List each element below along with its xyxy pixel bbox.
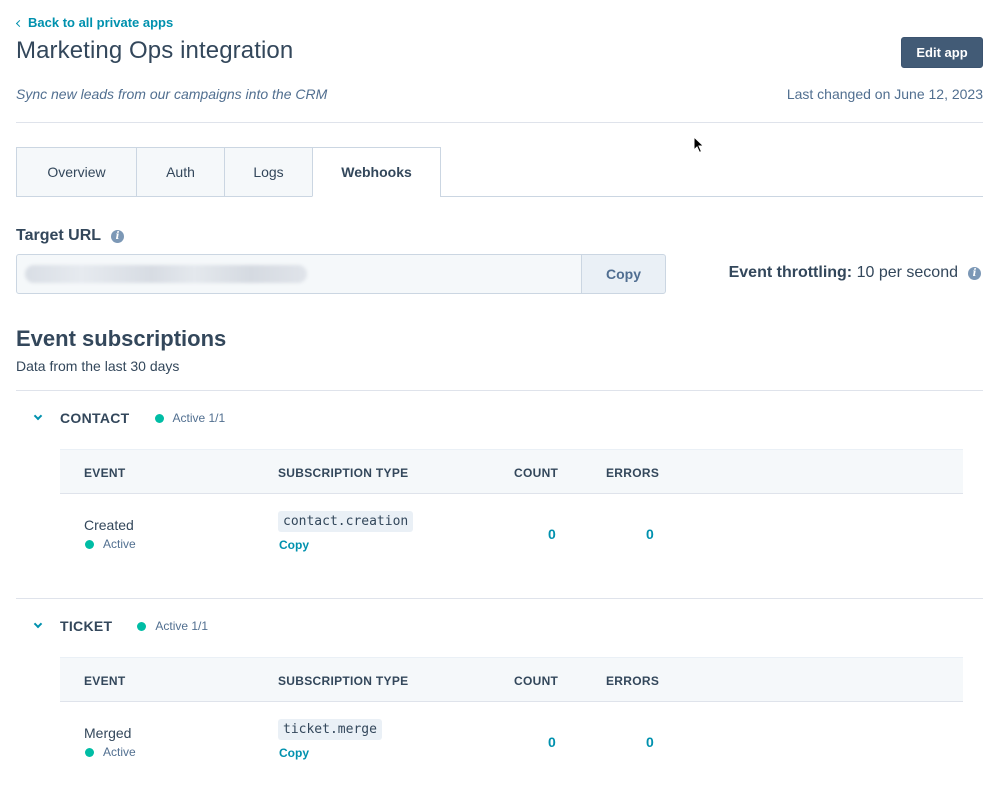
event-status-text: Active: [103, 745, 136, 759]
table-header: EVENT SUBSCRIPTION TYPE COUNT ERRORS: [60, 449, 963, 494]
event-status-text: Active: [103, 537, 136, 551]
group-header-ticket[interactable]: TICKET Active 1/1: [16, 616, 208, 636]
tab-bar: Overview Auth Logs Webhooks: [16, 147, 441, 197]
info-icon[interactable]: i: [968, 266, 981, 280]
copy-subscription-type-link[interactable]: Copy: [279, 538, 309, 552]
column-header-errors: ERRORS: [606, 674, 660, 688]
copy-url-button[interactable]: Copy: [581, 254, 666, 294]
tab-logs[interactable]: Logs: [224, 147, 312, 197]
event-throttling: Event throttling: 10 per second i: [729, 264, 981, 282]
target-url-field[interactable]: [16, 254, 582, 294]
edit-app-button[interactable]: Edit app: [901, 37, 983, 68]
column-header-event: EVENT: [84, 674, 126, 688]
section-divider: [16, 390, 983, 391]
event-status: Active: [85, 745, 136, 759]
chevron-left-icon: [15, 19, 24, 27]
count-link[interactable]: 0: [548, 526, 556, 542]
errors-link[interactable]: 0: [646, 734, 654, 750]
event-status: Active: [85, 537, 136, 551]
page-title: Marketing Ops integration: [16, 37, 294, 64]
column-header-count: COUNT: [514, 466, 559, 480]
column-header-count: COUNT: [514, 674, 559, 688]
group-status: Active 1/1: [154, 411, 226, 425]
column-header-event: EVENT: [84, 466, 126, 480]
header-divider: [16, 122, 983, 123]
tab-overview[interactable]: Overview: [16, 147, 136, 197]
group-header-contact[interactable]: CONTACT Active 1/1: [16, 408, 225, 428]
throttling-label: Event throttling:: [728, 264, 853, 281]
tab-auth[interactable]: Auth: [136, 147, 224, 197]
copy-subscription-type-link[interactable]: Copy: [279, 746, 309, 760]
tab-webhooks[interactable]: Webhooks: [312, 147, 441, 197]
subscription-type-code: contact.creation: [278, 511, 414, 532]
section-subtitle: Data from the last 30 days: [16, 358, 180, 374]
errors-link[interactable]: 0: [646, 526, 654, 542]
back-link[interactable]: Back to all private apps: [15, 15, 174, 30]
app-description: Sync new leads from our campaigns into t…: [16, 86, 328, 102]
event-name: Created: [84, 517, 134, 533]
mouse-cursor-icon: [693, 136, 705, 154]
group-divider: [16, 598, 983, 599]
chevron-down-icon[interactable]: [33, 411, 43, 421]
tabs-underline: [440, 196, 983, 197]
group-name: CONTACT: [60, 410, 130, 426]
group-name: TICKET: [60, 618, 113, 634]
subscription-type-code: ticket.merge: [278, 719, 382, 740]
column-header-subscription-type: SUBSCRIPTION TYPE: [278, 466, 409, 480]
back-link-label: Back to all private apps: [28, 15, 174, 30]
column-header-subscription-type: SUBSCRIPTION TYPE: [278, 674, 409, 688]
last-changed-text: Last changed on June 12, 2023: [786, 86, 983, 102]
table-header: EVENT SUBSCRIPTION TYPE COUNT ERRORS: [60, 657, 963, 702]
count-link[interactable]: 0: [548, 734, 556, 750]
target-url-label: Target URL i: [16, 227, 125, 245]
target-url-label-text: Target URL: [16, 227, 102, 244]
group-status: Active 1/1: [137, 619, 208, 633]
status-dot-icon: [137, 621, 147, 631]
event-name: Merged: [84, 725, 132, 741]
group-status-text: Active 1/1: [172, 411, 226, 425]
redacted-url: [25, 265, 307, 283]
throttling-value: 10 per second: [856, 264, 958, 281]
section-title: Event subscriptions: [16, 326, 227, 351]
status-dot-icon: [85, 747, 94, 757]
info-icon[interactable]: i: [111, 229, 125, 243]
chevron-down-icon[interactable]: [33, 619, 43, 629]
status-dot-icon: [154, 413, 164, 423]
column-header-errors: ERRORS: [606, 466, 660, 480]
status-dot-icon: [85, 539, 94, 549]
group-status-text: Active 1/1: [155, 619, 209, 633]
